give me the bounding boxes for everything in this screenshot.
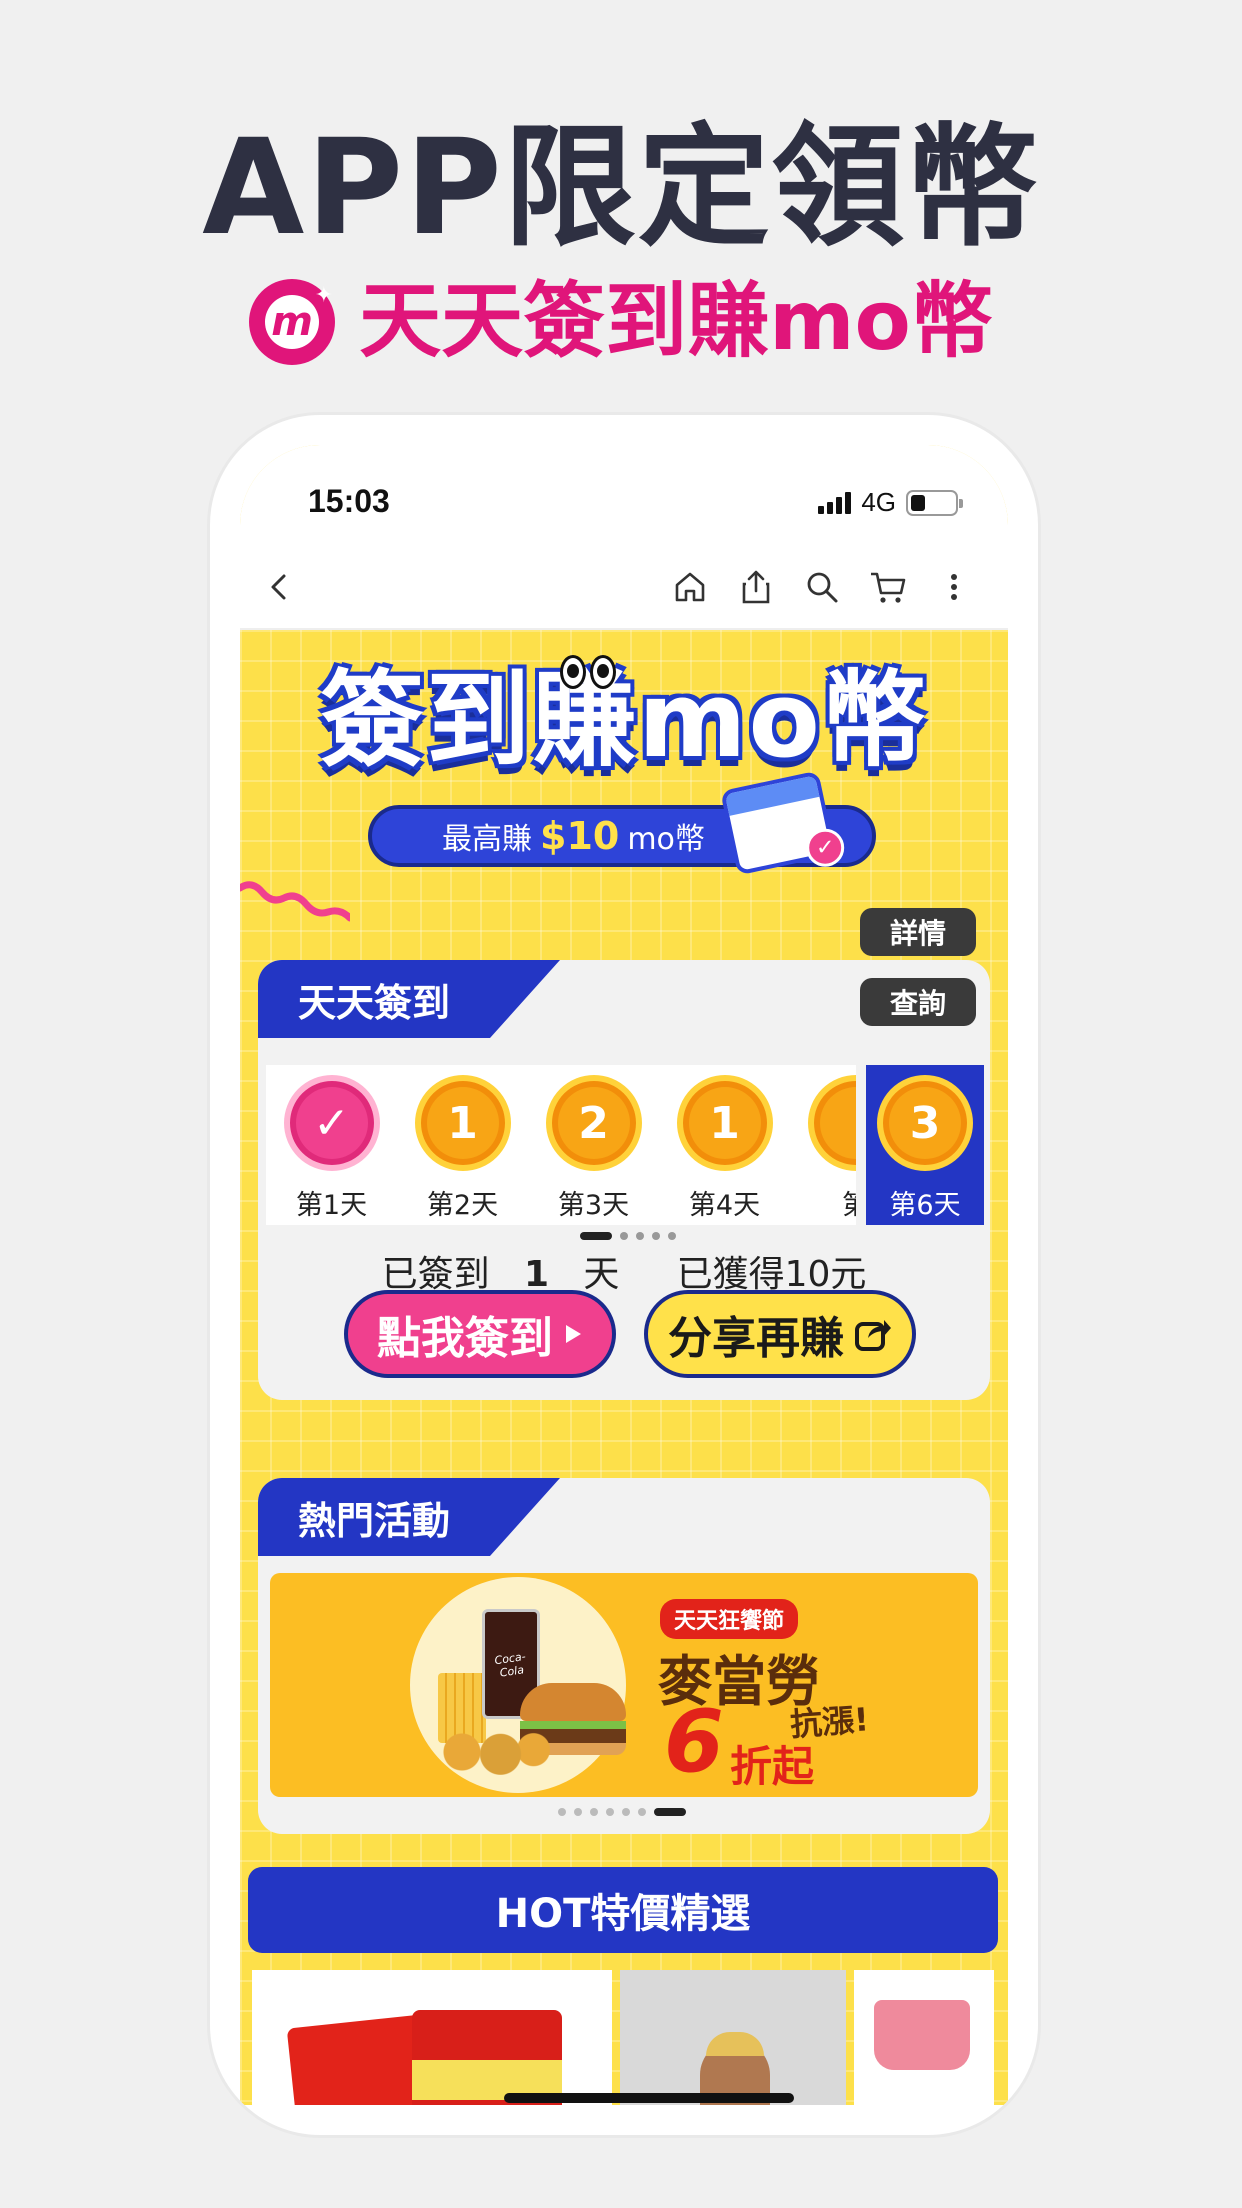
day-label: 第 bbox=[842, 1190, 856, 1221]
momo-logo-letter: m bbox=[265, 295, 320, 349]
promo-headline: APP限定領幣 bbox=[202, 111, 1040, 265]
checkin-day-3: 2 第3天 bbox=[528, 1065, 659, 1225]
max-reward-amount: $10 bbox=[540, 814, 620, 858]
phone-screen: 15:03 4G 簽到賺mo幣 最高賺 $10 mo幣 ✓ 詳情 天天簽到 查詢… bbox=[240, 445, 1008, 2105]
day-label: 第1天 bbox=[295, 1190, 368, 1221]
daily-checkin-title: 天天簽到 bbox=[258, 960, 561, 1038]
promo-subline: m ✦ 天天簽到賺mo幣 bbox=[0, 272, 1242, 372]
cart-icon[interactable] bbox=[864, 563, 912, 611]
promo-discount: 折起 bbox=[730, 1742, 815, 1791]
hot-events-card: 熱門活動 天天狂饗節 麥當勞 6 抗漲! 折起 bbox=[258, 1478, 990, 1834]
checkin-button[interactable]: 點我簽到 bbox=[344, 1290, 616, 1378]
day-label: 第4天 bbox=[688, 1190, 761, 1221]
checkin-days-strip[interactable]: ✓ 第1天 1 第2天 2 第3天 1 第4天 第 bbox=[266, 1065, 856, 1225]
checkin-day-1: ✓ 第1天 bbox=[266, 1065, 397, 1225]
eyes-icon bbox=[560, 655, 616, 689]
coin-icon: 2 bbox=[545, 1075, 642, 1171]
query-button[interactable]: 查詢 bbox=[860, 978, 976, 1026]
nav-bar bbox=[240, 545, 1008, 630]
home-icon[interactable] bbox=[666, 563, 714, 611]
coin-icon bbox=[807, 1075, 856, 1171]
hot-events-title: 熱門活動 bbox=[258, 1478, 561, 1556]
momo-logo-icon: m ✦ bbox=[249, 279, 336, 365]
day-label: 第6天 bbox=[889, 1190, 961, 1221]
battery-icon bbox=[906, 489, 963, 516]
checkin-day-5: 第 bbox=[790, 1065, 856, 1225]
checkin-count: 1 bbox=[523, 1254, 550, 1295]
checkin-day-6: 3 第6天 bbox=[866, 1065, 984, 1225]
hot-deals-title: HOT特價精選 bbox=[248, 1867, 998, 1953]
home-indicator bbox=[504, 2093, 794, 2103]
product-card-fitness[interactable] bbox=[620, 1970, 846, 2105]
checkin-page-content: 簽到賺mo幣 最高賺 $10 mo幣 ✓ 詳情 天天簽到 查詢 ✓ 第1天 1 … bbox=[240, 630, 1008, 2105]
coin-icon: 1 bbox=[676, 1075, 773, 1171]
checkin-day-4: 1 第4天 bbox=[659, 1065, 790, 1225]
checkin-button-label: 點我簽到 bbox=[377, 1313, 553, 1364]
promo-big-number: 6 bbox=[664, 1692, 724, 1792]
promo-banner-mcdonalds[interactable]: 天天狂饗節 麥當勞 6 抗漲! 折起 bbox=[270, 1573, 978, 1797]
coin-icon: 1 bbox=[414, 1075, 511, 1171]
share-earn-button-label: 分享再賺 bbox=[668, 1313, 844, 1364]
earned-amount: 已獲得10元 bbox=[676, 1254, 867, 1295]
promo-pager-dots bbox=[558, 1808, 686, 1816]
details-button[interactable]: 詳情 bbox=[860, 908, 976, 956]
daily-checkin-card: 天天簽到 查詢 ✓ 第1天 1 第2天 2 第3天 1 第4天 第 3 第6天 … bbox=[258, 960, 990, 1400]
back-icon[interactable] bbox=[256, 563, 304, 611]
share-icon[interactable] bbox=[732, 563, 780, 611]
product-card-snack[interactable] bbox=[252, 1970, 612, 2105]
phone-frame: 15:03 4G 簽到賺mo幣 最高賺 $10 mo幣 ✓ 詳情 天天簽到 查詢… bbox=[210, 415, 1038, 2135]
banner-title: 簽到賺mo幣 bbox=[320, 659, 928, 781]
coin-icon: 3 bbox=[877, 1075, 973, 1171]
checkin-day-2: 1 第2天 bbox=[397, 1065, 528, 1225]
network-type: 4G bbox=[861, 487, 896, 517]
squiggle-decoration bbox=[240, 881, 350, 922]
day-label: 第3天 bbox=[557, 1190, 630, 1221]
day-label: 第2天 bbox=[426, 1190, 499, 1221]
calendar-icon: ✓ bbox=[720, 770, 845, 876]
play-arrow-icon bbox=[566, 1325, 581, 1343]
promo-tag: 天天狂饗節 bbox=[660, 1599, 799, 1639]
product-card-sports-bra[interactable] bbox=[854, 1970, 994, 2105]
max-reward-suffix: mo幣 bbox=[627, 822, 705, 857]
checked-coin-icon: ✓ bbox=[283, 1075, 380, 1171]
more-icon[interactable] bbox=[930, 563, 978, 611]
search-icon[interactable] bbox=[798, 563, 846, 611]
share-earn-button[interactable]: 分享再賺 bbox=[644, 1290, 916, 1378]
max-reward-prefix: 最高賺 bbox=[442, 822, 532, 857]
nuggets-image bbox=[440, 1729, 550, 1775]
promo-subtitle: 天天簽到賺mo幣 bbox=[359, 274, 993, 369]
days-pager-dots bbox=[580, 1232, 676, 1240]
share-arrow-icon bbox=[855, 1320, 891, 1351]
status-bar: 15:03 4G bbox=[240, 445, 1008, 545]
checkin-summary: 已簽到 1 天 已獲得10元 bbox=[381, 1254, 867, 1295]
signal-icon bbox=[818, 491, 852, 514]
status-time: 15:03 bbox=[308, 483, 390, 519]
